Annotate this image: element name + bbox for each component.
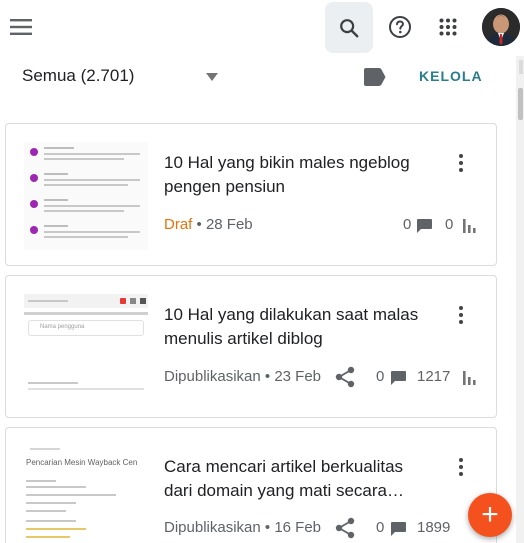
comment-count: 0 (376, 368, 385, 385)
post-meta: Draf • 28 Feb (164, 216, 253, 233)
post-status: Dipublikasikan (164, 368, 261, 385)
manage-labels-button[interactable]: KELOLA (419, 68, 483, 84)
post-thumbnail (24, 142, 148, 250)
post-status: Draf (164, 216, 193, 233)
post-meta: Dipublikasikan • 16 Feb (164, 519, 322, 536)
post-status: Dipublikasikan (164, 519, 261, 536)
stats-bar-icon (463, 371, 476, 385)
search-button[interactable] (325, 2, 373, 53)
post-title[interactable]: Cara mencari artikel berkualitas dari do… (164, 455, 434, 503)
post-date: 16 Feb (274, 519, 322, 536)
apps-grid-icon (439, 18, 457, 36)
view-count: 1217 (417, 368, 451, 385)
new-post-fab[interactable]: + (468, 493, 512, 537)
comment-count: 0 (376, 519, 385, 536)
view-count: 0 (445, 216, 454, 233)
add-icon: + (481, 498, 499, 531)
post-filter-dropdown[interactable]: Semua (2.701) (22, 66, 134, 86)
hamburger-menu-icon[interactable] (6, 12, 36, 42)
help-circle-icon (389, 16, 411, 38)
filter-bar: Semua (2.701) KELOLA (0, 60, 516, 94)
comment-icon (391, 371, 406, 385)
post-thumbnail: Nama pengguna (24, 294, 148, 402)
post-date: 23 Feb (274, 368, 322, 385)
more-vert-icon[interactable] (452, 301, 470, 329)
thumb-placeholder-text: Nama pengguna (40, 324, 85, 330)
top-app-bar (0, 0, 524, 56)
scrollbar-thumb[interactable] (518, 88, 523, 120)
scrollbar-up-area[interactable] (519, 60, 523, 74)
thumb-heading-text: Pencarian Mesin Wayback Cen (26, 458, 138, 467)
post-meta: Dipublikasikan • 23 Feb (164, 368, 322, 385)
label-tag-icon[interactable] (362, 68, 386, 86)
scrollbar-track[interactable] (516, 56, 524, 543)
post-title[interactable]: 10 Hal yang dilakukan saat malas menulis… (164, 303, 434, 351)
comment-icon (417, 219, 432, 233)
search-icon (340, 18, 359, 37)
help-button[interactable] (382, 9, 418, 45)
more-vert-icon[interactable] (452, 453, 470, 481)
share-icon[interactable] (334, 517, 356, 539)
post-card[interactable]: Nama pengguna 10 Hal yang dilakukan saat… (5, 275, 497, 418)
post-thumbnail: Pencarian Mesin Wayback Cen (24, 442, 148, 543)
comment-count: 0 (403, 216, 412, 233)
share-icon[interactable] (334, 366, 356, 388)
view-count: 1899 (417, 519, 451, 536)
post-card[interactable]: 10 Hal yang bikin males ngeblog pengen p… (5, 123, 497, 266)
user-avatar[interactable] (482, 8, 520, 46)
apps-button[interactable] (430, 9, 466, 45)
post-card[interactable]: Pencarian Mesin Wayback Cen Cara mencari… (5, 427, 497, 543)
stats-bar-icon (463, 219, 476, 233)
more-vert-icon[interactable] (452, 149, 470, 177)
post-title[interactable]: 10 Hal yang bikin males ngeblog pengen p… (164, 151, 434, 199)
comment-icon (391, 522, 406, 536)
post-date: 28 Feb (205, 216, 253, 233)
dropdown-arrow-icon[interactable] (205, 72, 219, 82)
